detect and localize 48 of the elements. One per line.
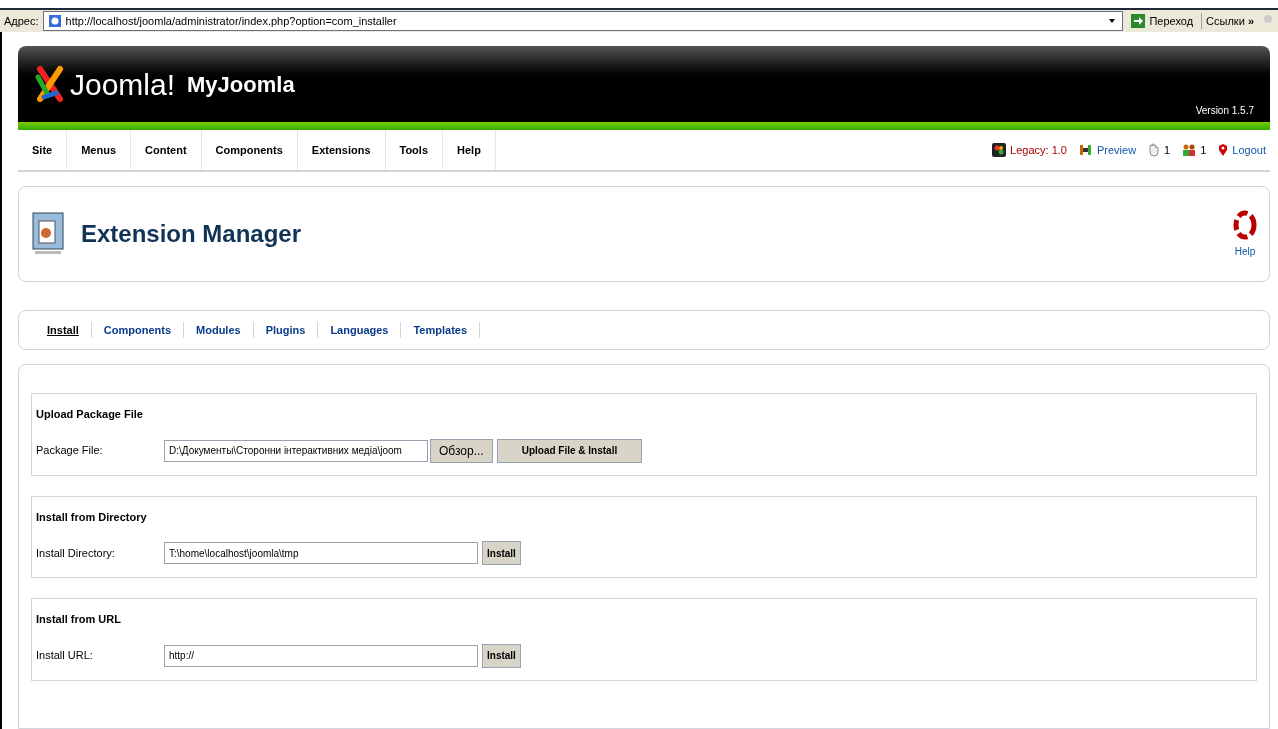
- menu-item[interactable]: Components: [201, 130, 298, 170]
- section-title: Upload Package File: [36, 407, 144, 422]
- path-field[interactable]: http://: [164, 644, 478, 667]
- site-name: MyJoomla: [187, 70, 295, 99]
- submenu-tab[interactable]: Plugins: [253, 321, 319, 339]
- field-label: Install URL:: [36, 648, 94, 664]
- status-link[interactable]: Legacy: 1.0: [992, 141, 1067, 159]
- links-button[interactable]: Ссылки »: [1201, 12, 1258, 30]
- logo-icon: [34, 65, 66, 103]
- field-label: Install Directory:: [36, 545, 116, 561]
- menu-item[interactable]: Menus: [67, 130, 132, 170]
- arrow-icon: [1131, 14, 1146, 28]
- version-text: Version 1.5.7: [1195, 104, 1254, 118]
- go-button[interactable]: Переход: [1127, 12, 1198, 30]
- status-link[interactable]: 1: [1148, 141, 1171, 159]
- install-button[interactable]: Install: [482, 643, 521, 668]
- users-icon: [1182, 144, 1197, 156]
- logo-badge-icon: [992, 143, 1007, 157]
- menu-item[interactable]: Help: [443, 130, 496, 170]
- menu-item[interactable]: Extensions: [297, 130, 386, 170]
- page-title: Extension Manager: [81, 219, 302, 249]
- logout-icon: [1218, 143, 1229, 157]
- menu-item[interactable]: Site: [18, 130, 68, 170]
- section-title: Install from URL: [36, 612, 122, 627]
- submenu-tab[interactable]: Components: [91, 321, 185, 339]
- logo-text: Joomla!: [70, 66, 176, 103]
- status-link[interactable]: Logout: [1218, 141, 1266, 159]
- submenu-tab[interactable]: Modules: [184, 321, 254, 339]
- extension-icon: [31, 211, 65, 257]
- submenu-tab[interactable]: Languages: [318, 321, 402, 339]
- field-label: Package File:: [36, 443, 104, 459]
- menu-item[interactable]: Tools: [385, 130, 443, 170]
- menu-item[interactable]: Content: [131, 130, 202, 170]
- status-link[interactable]: 1: [1182, 141, 1207, 159]
- path-field[interactable]: T:\home\localhost\joomla\tmp: [164, 542, 478, 564]
- browse-button[interactable]: Обзор...: [430, 438, 493, 463]
- install-button[interactable]: Install: [482, 541, 521, 565]
- page-icon: [47, 14, 62, 28]
- submenu-tab[interactable]: Install: [35, 321, 92, 339]
- hand-icon: [1148, 143, 1161, 157]
- status-link[interactable]: Preview: [1078, 141, 1137, 159]
- address-label: Адрес:: [4, 13, 39, 29]
- section-title: Install from Directory: [36, 509, 148, 525]
- install-button[interactable]: Upload File & Install: [496, 438, 643, 463]
- path-field[interactable]: D:\Документы\Сторонни інтерактивних медіа\joom: [164, 439, 428, 462]
- preview-icon: [1078, 144, 1093, 156]
- submenu-tab[interactable]: Templates: [401, 321, 481, 339]
- address-field[interactable]: http://localhost/joomla/administrator/index.php?option=com_installer: [42, 11, 1124, 31]
